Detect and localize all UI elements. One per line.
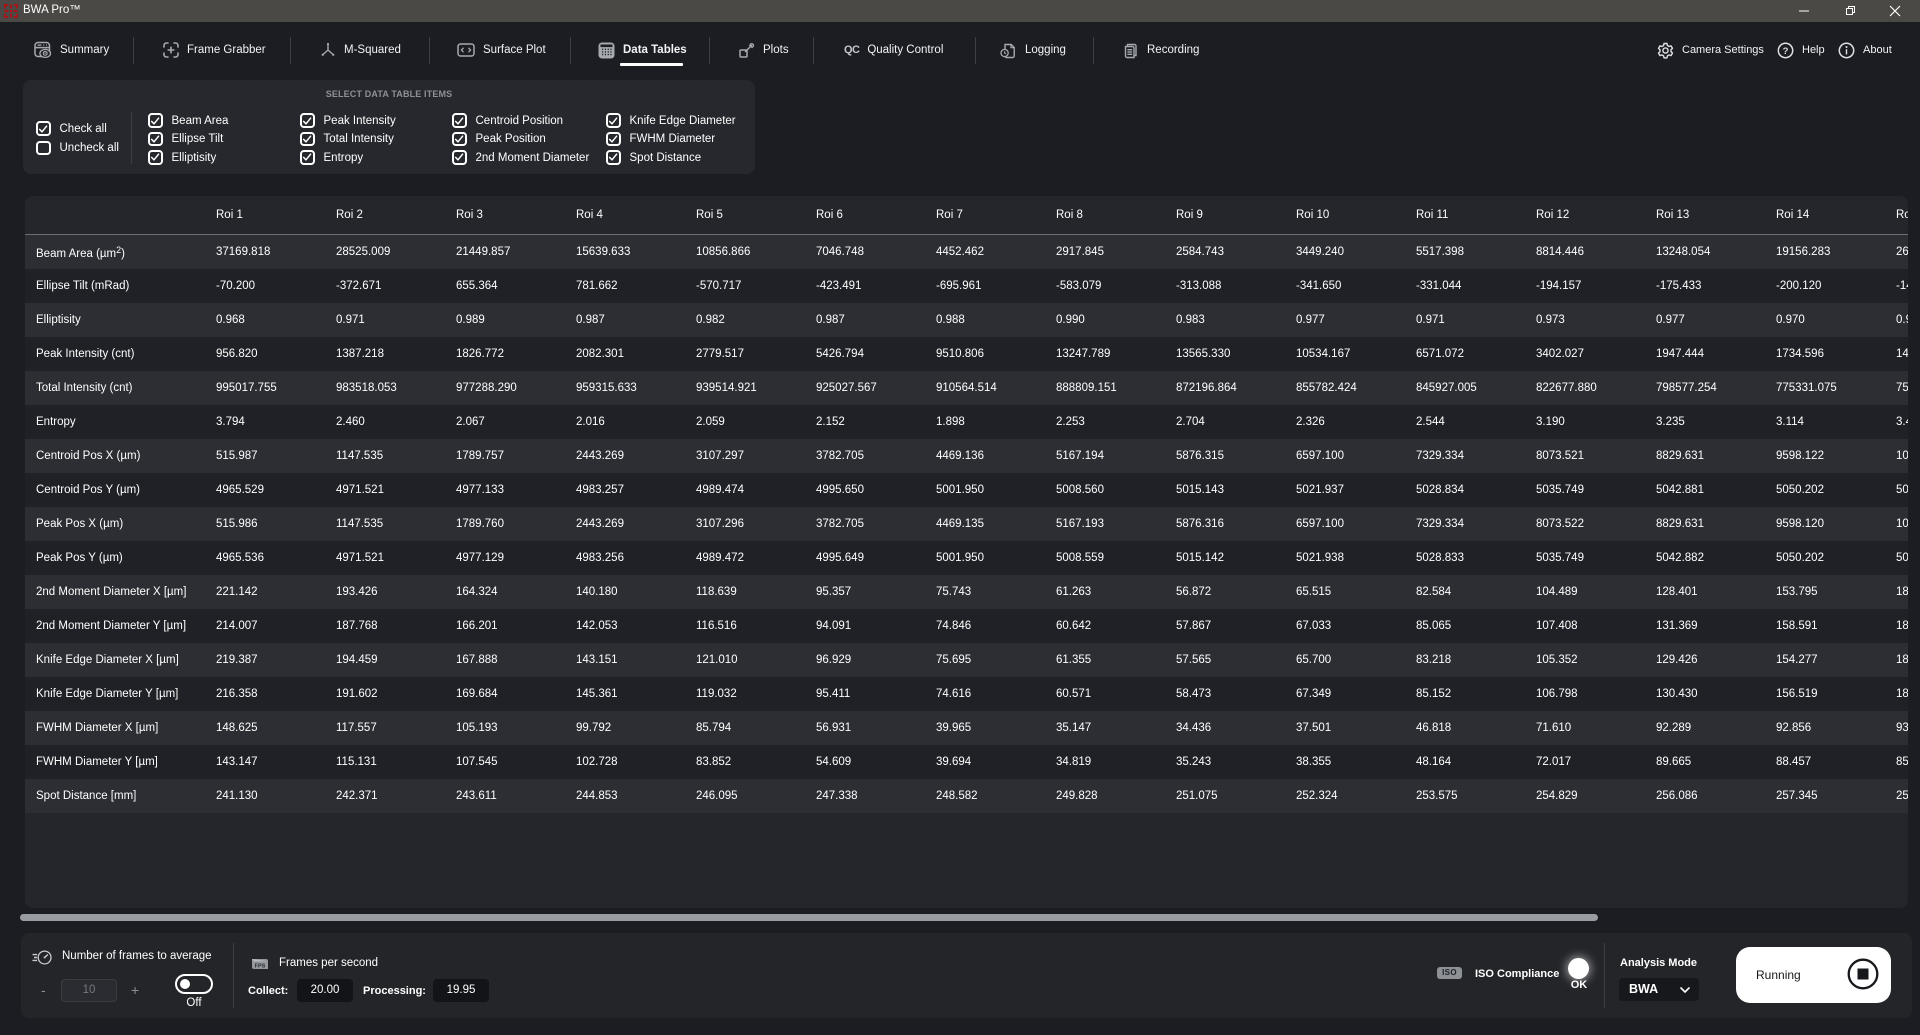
svg-text:FPS: FPS <box>255 964 266 970</box>
svg-text:?: ? <box>1783 46 1789 57</box>
